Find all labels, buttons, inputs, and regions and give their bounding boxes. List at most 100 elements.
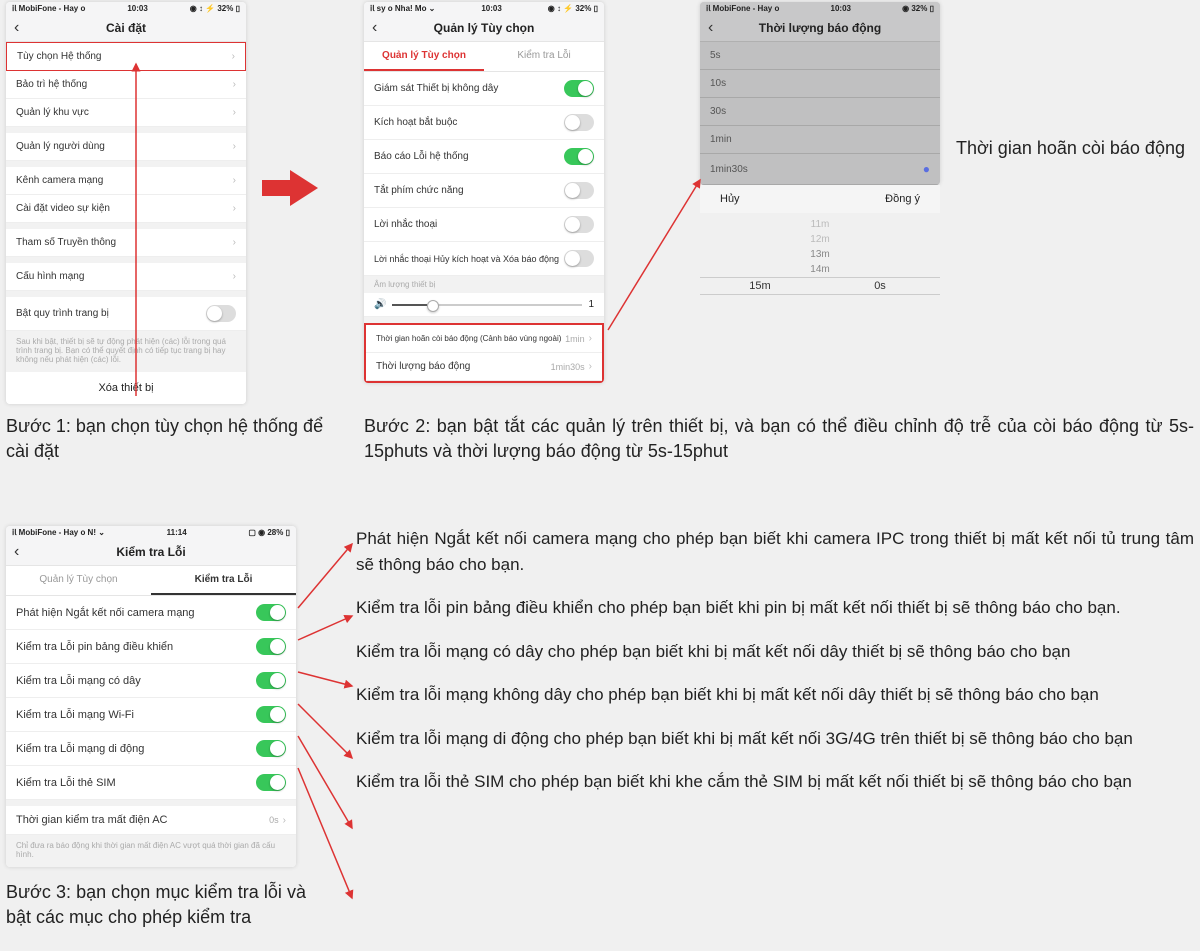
toggle[interactable] (256, 774, 286, 791)
row-value: 0s (269, 815, 279, 825)
row-label: Quản lý người dùng (16, 141, 233, 152)
row-network-config[interactable]: Cấu hình mạng › (6, 263, 246, 291)
status-right: ◉ 32% ▯ (902, 4, 934, 13)
duration-option-selected[interactable]: 1min30s ● (700, 154, 940, 185)
chevron-right-icon: › (589, 333, 592, 344)
row-event-video[interactable]: Cài đặt video sự kiện › (6, 195, 246, 223)
row-label: Báo cáo Lỗi hệ thống (374, 151, 564, 162)
delete-device-button[interactable]: Xóa thiết bị (6, 372, 246, 404)
row-camera-channel[interactable]: Kênh camera mạng › (6, 167, 246, 195)
row-wifi-fault[interactable]: Kiểm tra Lỗi mạng Wi-Fi (6, 698, 296, 732)
picker-item[interactable]: 12m (700, 232, 940, 247)
duration-option[interactable]: 5s (700, 42, 940, 70)
status-right: ▢ ◉ 28% ▯ (248, 528, 290, 537)
volume-slider[interactable] (392, 304, 582, 306)
tab-errors[interactable]: Kiểm tra Lỗi (151, 566, 296, 595)
row-label: Kênh camera mạng (16, 175, 233, 186)
row-value: 1min30s (551, 362, 585, 372)
row-label: 10s (710, 78, 930, 89)
toggle[interactable] (564, 182, 594, 199)
toggle-arming[interactable] (206, 305, 236, 322)
page-title: Quản lý Tùy chọn (434, 21, 535, 35)
row-label: Quản lý khu vực (16, 107, 233, 118)
row-label: 1min (710, 134, 930, 145)
row-comm-params[interactable]: Tham số Truyền thông › (6, 229, 246, 257)
back-icon[interactable]: ‹ (14, 19, 19, 37)
row-battery-fault[interactable]: Kiểm tra Lỗi pin bảng điều khiển (6, 630, 296, 664)
toggle[interactable] (256, 706, 286, 723)
cancel-button[interactable]: Hủy (720, 193, 740, 205)
chevron-right-icon: › (589, 361, 592, 372)
row-zone-mgmt[interactable]: Quản lý khu vực › (6, 99, 246, 127)
chevron-right-icon: › (233, 79, 236, 90)
row-label: Tham số Truyền thông (16, 237, 233, 248)
row-mobile-fault[interactable]: Kiểm tra Lỗi mạng di động (6, 732, 296, 766)
row-camera-disconnect[interactable]: Phát hiện Ngắt kết nối camera mạng (6, 596, 296, 630)
chevron-right-icon: › (233, 271, 236, 282)
tab-options[interactable]: Quản lý Tùy chọn (364, 42, 484, 71)
chevron-right-icon: › (233, 237, 236, 248)
toggle[interactable] (256, 604, 286, 621)
picker-item[interactable]: 13m (700, 247, 940, 262)
phone-settings: 𝗂𝗅 MobiFone - Hay o 10:03 ◉ ↕ ⚡ 32% ▯ ‹ … (6, 2, 246, 404)
toggle[interactable] (564, 114, 594, 131)
status-bar: 𝗂𝗅 MobiFone - Hay o N! ⌄ 11:14 ▢ ◉ 28% ▯ (6, 526, 296, 539)
toggle[interactable] (564, 250, 594, 267)
row-alarm-duration[interactable]: Thời lượng báo động 1min30s › (366, 353, 602, 381)
volume-row[interactable]: 🔊 1 (364, 293, 604, 317)
row-label: Lời nhắc thoại Hủy kích hoạt và Xóa báo … (374, 254, 564, 264)
duration-option[interactable]: 30s (700, 98, 940, 126)
toggle[interactable] (256, 740, 286, 757)
duration-option[interactable]: 10s (700, 70, 940, 98)
duration-option[interactable]: 1min (700, 126, 940, 154)
row-arming-process[interactable]: Bật quy trình trang bị (6, 297, 246, 331)
status-time: 10:03 (481, 4, 501, 13)
row-voice-disarm[interactable]: Lời nhắc thoại Hủy kích hoạt và Xóa báo … (364, 242, 604, 276)
status-bar: 𝗂𝗅 sy o Nha! Mo ⌄ 10:03 ◉ ↕ ⚡ 32% ▯ (364, 2, 604, 15)
row-siren-delay[interactable]: Thời gian hoãn còi báo động (Cảnh báo vù… (366, 325, 602, 353)
chevron-right-icon: › (233, 107, 236, 118)
desc-wifi: Kiểm tra lỗi mạng không dây cho phép bạn… (356, 682, 1194, 708)
back-icon[interactable]: ‹ (372, 19, 377, 37)
time-picker[interactable]: 11m 12m 13m 14m 15m 0s (700, 217, 940, 295)
row-system-fault[interactable]: Báo cáo Lỗi hệ thống (364, 140, 604, 174)
chevron-right-icon: › (233, 175, 236, 186)
help-text: Chỉ đưa ra báo động khi thời gian mất đi… (6, 835, 296, 867)
toggle[interactable] (256, 638, 286, 655)
picker-item[interactable]: 14m (700, 262, 940, 277)
toggle[interactable] (256, 672, 286, 689)
phone-options-mgmt: 𝗂𝗅 sy o Nha! Mo ⌄ 10:03 ◉ ↕ ⚡ 32% ▯ ‹ Qu… (364, 2, 604, 383)
row-label: Cấu hình mạng (16, 271, 233, 282)
toggle[interactable] (564, 80, 594, 97)
toggle[interactable] (564, 216, 594, 233)
row-user-mgmt[interactable]: Quản lý người dùng › (6, 133, 246, 161)
row-voice-prompt[interactable]: Lời nhắc thoại (364, 208, 604, 242)
row-wired-fault[interactable]: Kiểm tra Lỗi mạng có dây (6, 664, 296, 698)
row-ac-loss[interactable]: Thời gian kiểm tra mất điện AC 0s › (6, 806, 296, 835)
row-label: Kiểm tra Lỗi pin bảng điều khiển (16, 641, 256, 653)
tab-options[interactable]: Quản lý Tùy chọn (6, 566, 151, 595)
row-force-arm[interactable]: Kích hoạt bắt buộc (364, 106, 604, 140)
desc-sim: Kiểm tra lỗi thẻ SIM cho phép bạn biết k… (356, 769, 1194, 795)
row-disable-keys[interactable]: Tắt phím chức năng (364, 174, 604, 208)
ok-button[interactable]: Đồng ý (885, 193, 920, 205)
tab-errors[interactable]: Kiểm tra Lỗi (484, 42, 604, 71)
row-sim-fault[interactable]: Kiểm tra Lỗi thẻ SIM (6, 766, 296, 800)
back-icon[interactable]: ‹ (14, 543, 19, 561)
row-wireless-monitor[interactable]: Giám sát Thiết bị không dây (364, 72, 604, 106)
nav-bar: ‹ Quản lý Tùy chọn (364, 15, 604, 42)
picker-item-selected[interactable]: 0s (820, 277, 940, 295)
status-left: 𝗂𝗅 MobiFone - Hay o (706, 4, 779, 13)
status-bar: 𝗂𝗅 MobiFone - Hay o 10:03 ◉ 32% ▯ (700, 2, 940, 15)
picker-item-selected[interactable]: 15m (700, 277, 820, 295)
volume-value: 1 (588, 299, 594, 310)
back-icon[interactable]: ‹ (708, 19, 713, 37)
row-maintenance[interactable]: Bảo trì hệ thống › (6, 71, 246, 99)
status-left: 𝗂𝗅 sy o Nha! Mo ⌄ (370, 4, 435, 13)
row-label: Thời gian kiểm tra mất điện AC (16, 814, 269, 826)
toggle[interactable] (564, 148, 594, 165)
row-label: 5s (710, 50, 930, 61)
nav-bar: ‹ Cài đặt (6, 15, 246, 42)
row-system-options[interactable]: Tùy chọn Hệ thống › (6, 41, 246, 72)
picker-item[interactable]: 11m (700, 217, 940, 232)
